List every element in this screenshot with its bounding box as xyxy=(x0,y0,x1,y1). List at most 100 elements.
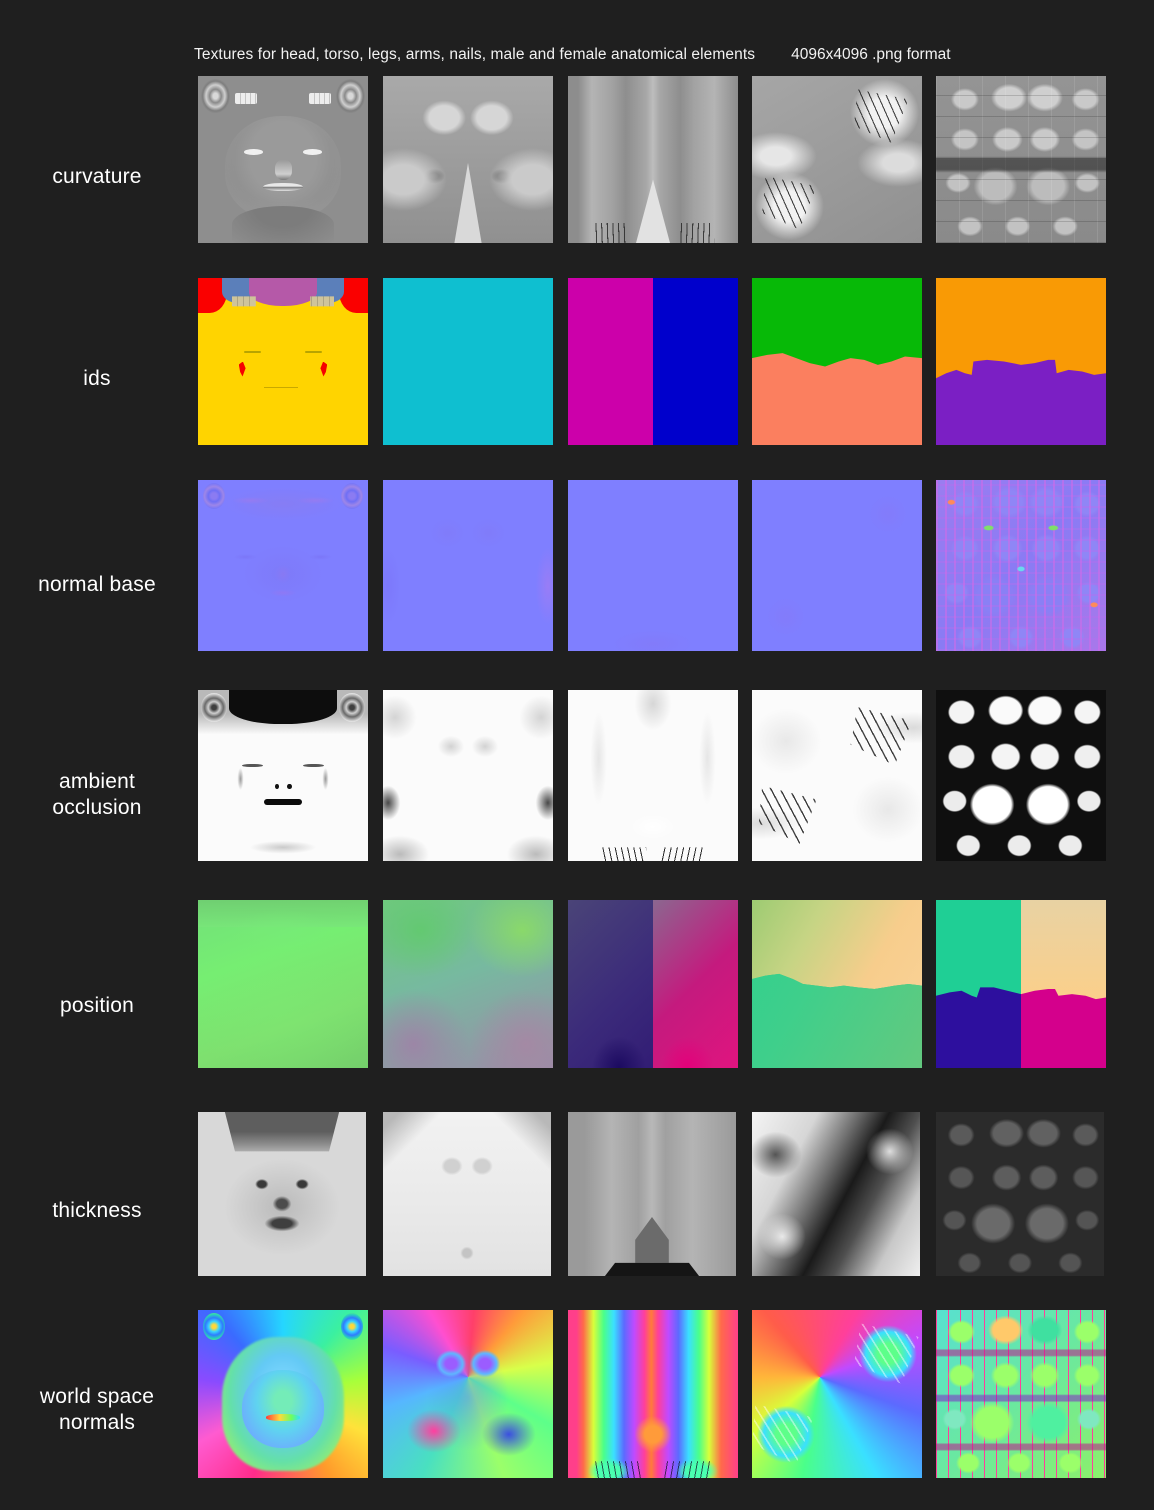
thumbnail-position-head[interactable] xyxy=(198,900,368,1068)
position-gradient xyxy=(198,900,368,1068)
position-bottom-blobs xyxy=(568,900,738,1068)
thumbnail-ids-legs[interactable] xyxy=(568,278,738,445)
thumbnail-wsn-nails[interactable] xyxy=(936,1310,1106,1478)
legs-relief xyxy=(568,480,738,651)
thumbnail-wsn-arms[interactable] xyxy=(752,1310,922,1478)
arms-relief xyxy=(752,480,922,651)
cheek-crease xyxy=(198,690,368,861)
feet-normal xyxy=(568,1310,738,1478)
torso-corner-shade xyxy=(383,1112,551,1276)
thumbnail-normal-base-torso[interactable] xyxy=(383,480,553,651)
teeth-region xyxy=(308,92,331,105)
row-label-world-space-normals: world space normals xyxy=(39,1384,155,1434)
thumbnail-position-arms[interactable] xyxy=(752,900,922,1068)
thumbnail-ao-nails[interactable] xyxy=(936,690,1106,861)
row-ambient-occlusion: ambient occlusion xyxy=(0,690,1154,900)
position-lower-band xyxy=(752,973,922,1068)
thumbnail-ids-arms[interactable] xyxy=(752,278,922,445)
texture-grid: curvature ids normal base ambient occlus… xyxy=(0,76,1154,1510)
neck-region xyxy=(232,206,334,243)
nail-grid xyxy=(936,690,1106,861)
thumbnail-curvature-arms[interactable] xyxy=(752,76,922,243)
thumbnail-normal-base-legs[interactable] xyxy=(568,480,738,651)
torso-relief xyxy=(383,480,553,651)
row-label-thickness: thickness xyxy=(52,1198,142,1222)
thumbnail-curvature-nails[interactable] xyxy=(936,76,1106,243)
row-ids: ids xyxy=(0,278,1154,480)
row-thumbnails xyxy=(194,1112,1154,1310)
thumbnail-ao-torso[interactable] xyxy=(383,690,553,861)
row-label-ambient-occlusion: ambient occlusion xyxy=(52,769,142,819)
nail-grid xyxy=(936,1112,1104,1276)
thumbnail-thickness-legs[interactable] xyxy=(568,1112,736,1276)
teeth-region xyxy=(235,92,258,105)
brow-relief xyxy=(198,480,368,651)
row-thumbnails xyxy=(194,1310,1154,1510)
arms-occlusion xyxy=(752,690,922,861)
arms-thickness-detail xyxy=(752,1112,920,1276)
nail-shadow-band xyxy=(936,1310,1106,1478)
thumbnail-thickness-arms[interactable] xyxy=(752,1112,920,1276)
thumbnail-wsn-torso[interactable] xyxy=(383,1310,553,1478)
ear-icon xyxy=(201,79,231,113)
face-thickness xyxy=(198,1112,366,1276)
row-thumbnails xyxy=(194,900,1154,1112)
id-region-blue xyxy=(653,278,738,445)
thumbnail-ao-arms[interactable] xyxy=(752,690,922,861)
thumbnail-ids-torso[interactable] xyxy=(383,278,553,445)
id-region-ear xyxy=(238,361,246,377)
legs-occlusion xyxy=(568,690,738,861)
thumbnail-ao-legs[interactable] xyxy=(568,690,738,861)
thumbnail-ids-head[interactable] xyxy=(198,278,368,445)
thumbnail-wsn-legs[interactable] xyxy=(568,1310,738,1478)
thumbnail-ids-nails[interactable] xyxy=(936,278,1106,445)
thumbnail-curvature-torso[interactable] xyxy=(383,76,553,243)
row-thumbnails xyxy=(194,76,1154,278)
header-bar: Textures for head, torso, legs, arms, na… xyxy=(194,42,1134,68)
format-meta: 4096x4096 .png format xyxy=(791,46,951,63)
id-region-eyelash xyxy=(243,351,261,354)
thumbnail-wsn-head[interactable] xyxy=(198,1310,368,1478)
id-region-ear xyxy=(320,361,328,377)
nail-shadow-band xyxy=(936,76,1106,243)
row-label-normal-base: normal base xyxy=(38,572,156,596)
page-title: Textures for head, torso, legs, arms, na… xyxy=(194,46,756,63)
row-label-position: position xyxy=(60,993,134,1017)
id-region-mouth xyxy=(264,386,299,389)
thumbnail-curvature-legs[interactable] xyxy=(568,76,738,243)
thumbnail-thickness-torso[interactable] xyxy=(383,1112,551,1276)
row-thumbnails xyxy=(194,278,1154,480)
id-region-eyelash xyxy=(305,351,323,354)
row-label-ids: ids xyxy=(83,366,111,390)
id-region-purple xyxy=(936,359,1106,445)
thumbnail-position-legs[interactable] xyxy=(568,900,738,1068)
thumbnail-thickness-head[interactable] xyxy=(198,1112,366,1276)
nail-accent-spots xyxy=(936,480,1106,651)
nose-region xyxy=(274,159,292,180)
ear-icon xyxy=(203,1313,226,1341)
id-region-purple xyxy=(249,278,317,307)
row-thumbnails xyxy=(194,480,1154,690)
id-region-salmon xyxy=(752,353,922,445)
thumbnail-curvature-head[interactable] xyxy=(198,76,368,243)
thumbnail-normal-base-nails[interactable] xyxy=(936,480,1106,651)
row-normal-base: normal base xyxy=(0,480,1154,690)
row-label-curvature: curvature xyxy=(52,164,142,188)
ear-icon xyxy=(340,1313,363,1341)
torso-occlusion xyxy=(383,690,553,861)
thumbnail-normal-base-head[interactable] xyxy=(198,480,368,651)
thumbnail-position-nails[interactable] xyxy=(936,900,1106,1068)
ear-icon xyxy=(335,79,365,113)
eye-region xyxy=(243,149,263,156)
row-curvature: curvature xyxy=(0,76,1154,278)
row-position: position xyxy=(0,900,1154,1112)
thumbnail-thickness-nails[interactable] xyxy=(936,1112,1104,1276)
thumbnail-position-torso[interactable] xyxy=(383,900,553,1068)
row-world-space-normals: world space normals xyxy=(0,1310,1154,1510)
row-thickness: thickness xyxy=(0,1112,1154,1310)
breast-normal xyxy=(383,1310,553,1478)
face-normal xyxy=(242,1370,324,1448)
row-thumbnails xyxy=(194,690,1154,900)
thumbnail-ao-head[interactable] xyxy=(198,690,368,861)
thumbnail-normal-base-arms[interactable] xyxy=(752,480,922,651)
